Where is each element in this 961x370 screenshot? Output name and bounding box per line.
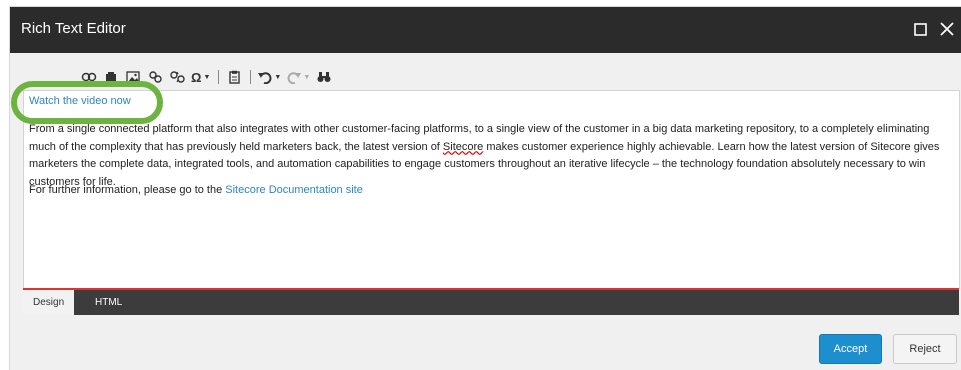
undo-icon — [258, 71, 272, 84]
insert-link-button[interactable] — [81, 67, 97, 87]
content-paragraph: For further information, please go to th… — [29, 182, 959, 200]
dropdown-caret-icon: ▼ — [274, 73, 282, 81]
reject-button[interactable]: Reject — [893, 334, 957, 364]
insert-media-button[interactable] — [125, 67, 141, 87]
toolbar-separator — [218, 70, 220, 84]
toolbar-separator — [250, 70, 252, 84]
paste-icon — [229, 70, 240, 84]
watch-video-link[interactable]: Watch the video now — [29, 95, 131, 107]
unlink-icon — [169, 71, 185, 83]
rich-text-editor-dialog: Rich Text Editor Ω ▼ ▼ ▼ Watch the video… — [10, 7, 961, 370]
special-characters-button[interactable]: Ω ▼ — [191, 67, 210, 87]
find-icon — [317, 72, 331, 82]
close-icon — [940, 22, 954, 36]
editor-toolbar: Ω ▼ ▼ ▼ — [23, 66, 943, 88]
accept-button[interactable]: Accept — [819, 334, 882, 364]
unlink-button[interactable] — [169, 67, 185, 87]
insert-image-button[interactable] — [103, 67, 119, 87]
tab-html[interactable]: HTML — [85, 290, 132, 315]
brand-word: Sitecore — [442, 140, 484, 153]
special-characters-icon: Ω — [191, 69, 202, 85]
find-button[interactable] — [316, 67, 332, 87]
insert-link-icon — [81, 72, 97, 82]
paragraph-text: For further information, please go to th… — [29, 184, 226, 196]
insert-image-icon — [106, 72, 116, 82]
paste-button[interactable] — [226, 67, 242, 87]
dialog-titlebar: Rich Text Editor — [10, 7, 961, 53]
maximize-button[interactable] — [910, 19, 930, 39]
redo-icon — [287, 71, 302, 84]
dropdown-caret-icon: ▼ — [303, 73, 311, 81]
link-icon — [148, 71, 162, 83]
redo-button[interactable]: ▼ — [287, 67, 310, 87]
insert-media-icon — [126, 70, 140, 84]
editor-content-area[interactable]: Watch the video now From a single connec… — [23, 90, 960, 289]
maximize-icon — [913, 22, 927, 36]
tab-design[interactable]: Design — [23, 290, 75, 315]
close-button[interactable] — [937, 19, 957, 39]
link-button[interactable] — [147, 67, 163, 87]
documentation-link[interactable]: Sitecore Documentation site — [225, 184, 363, 196]
editor-mode-bar: Design HTML — [23, 288, 959, 315]
dropdown-caret-icon: ▼ — [203, 73, 211, 81]
dialog-title: Rich Text Editor — [21, 20, 126, 37]
content-paragraph: From a single connected platform that al… — [29, 121, 959, 191]
undo-button[interactable]: ▼ — [258, 67, 281, 87]
